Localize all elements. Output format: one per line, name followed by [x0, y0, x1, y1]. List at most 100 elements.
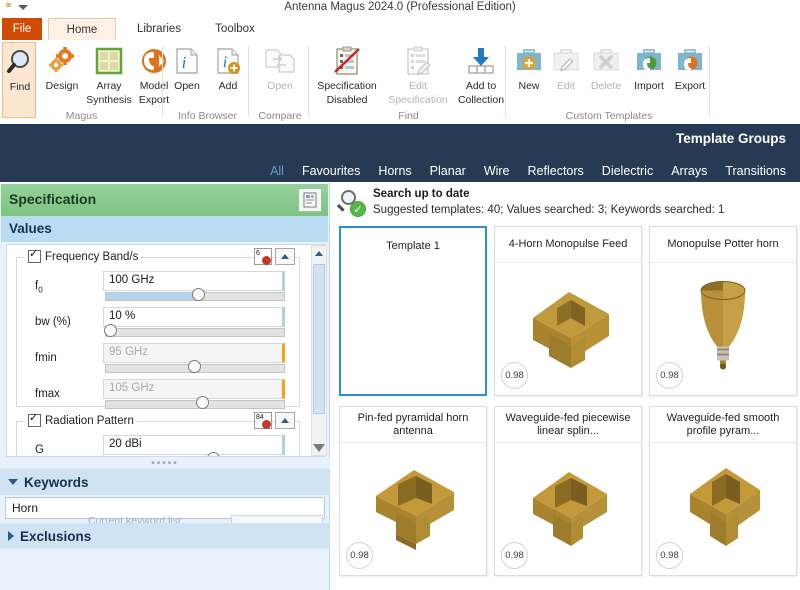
row-f0-input[interactable]: 100 GHz	[103, 271, 285, 291]
template-card-5-score: 0.98	[501, 542, 528, 569]
row-bw-input[interactable]: 10 %	[103, 307, 285, 327]
template-card-3-score: 0.98	[656, 362, 683, 389]
values-scrollbar-thumb[interactable]	[313, 264, 325, 414]
chevron-right-icon	[8, 531, 14, 541]
template-card-3-title: Monopulse Potter horn	[650, 227, 796, 263]
template-delete-label: Delete	[590, 80, 622, 92]
svg-text:i: i	[182, 53, 187, 72]
row-g-input[interactable]: 20 dBi	[103, 435, 285, 455]
values-scrollbar[interactable]	[311, 245, 327, 456]
template-card-1[interactable]: Template 1	[339, 226, 487, 396]
row-bw-track[interactable]	[105, 328, 285, 337]
nav-item-favourites[interactable]: Favourites	[302, 164, 360, 178]
template-card-4-score: 0.98	[346, 542, 373, 569]
values-title: Values	[9, 221, 52, 236]
ribbon-group-info-browser: i Open i Add Info Browser	[166, 40, 249, 124]
add-to-collection-button[interactable]: Add to Collection	[453, 44, 509, 106]
frequency-band-checkbox[interactable]	[28, 248, 41, 263]
array-synthesis-label-1: Array	[96, 80, 122, 92]
ribbon-group-label-custom-templates: Custom Templates	[565, 110, 653, 122]
specification-disabled-button[interactable]: Specification Disabled	[311, 44, 383, 106]
row-fmax-track[interactable]	[105, 400, 285, 409]
specification-disabled-label-2: Disabled	[326, 94, 368, 106]
template-card-2[interactable]: 4-Horn Monopulse Feed 0.98	[494, 226, 642, 396]
template-import-button[interactable]: Import	[628, 44, 670, 92]
template-card-5[interactable]: Waveguide-fed piecewise linear splin... …	[494, 406, 642, 576]
nav-item-planar[interactable]: Planar	[430, 164, 466, 178]
template-card-5-title: Waveguide-fed piecewise linear splin...	[495, 407, 641, 443]
row-f0: f0 100 GHz	[17, 271, 299, 307]
frequency-band-group: Frequency Band/s 6 f0 100 GHz	[16, 248, 300, 409]
row-f0-thumb[interactable]	[192, 288, 205, 301]
template-card-3[interactable]: Monopulse Potter horn 0.98	[649, 226, 797, 396]
title-bar: ⚭ Antenna Magus 2024.0 (Professional Edi…	[0, 0, 800, 18]
exclusions-title: Exclusions	[20, 528, 92, 544]
template-edit-label: Edit	[556, 80, 576, 92]
nav-item-all[interactable]: All	[270, 164, 284, 178]
search-status-subtitle: Suggested templates: 40; Values searched…	[373, 204, 725, 216]
specification-title: Specification	[9, 191, 97, 207]
count-84-icon[interactable]: 84	[254, 412, 272, 429]
template-new-button[interactable]: New	[510, 44, 548, 92]
ribbon: Find Design Array Synthesis Model Export…	[0, 40, 800, 126]
tab-home[interactable]: Home	[48, 18, 116, 40]
nav-item-dielectric[interactable]: Dielectric	[602, 164, 653, 178]
template-export-button[interactable]: Export	[670, 44, 710, 92]
row-fmax-label: fmax	[35, 388, 60, 400]
template-export-label: Export	[674, 80, 706, 92]
exclusions-section-header[interactable]: Exclusions	[0, 523, 330, 549]
row-fmin-field: 95 GHz	[103, 343, 289, 375]
template-card-6[interactable]: Waveguide-fed smooth profile pyram... 0.…	[649, 406, 797, 576]
briefcase-new-icon	[510, 44, 548, 78]
frequency-band-legend: Frequency Band/s	[25, 248, 142, 263]
row-fmax-input[interactable]: 105 GHz	[103, 379, 285, 399]
frequency-band-collapse-icon[interactable]	[275, 248, 295, 265]
array-synthesis-button[interactable]: Array Synthesis	[86, 44, 132, 106]
radiation-pattern-collapse-icon[interactable]	[275, 412, 295, 429]
row-fmax-thumb[interactable]	[196, 396, 209, 409]
row-bw-thumb[interactable]	[104, 324, 117, 337]
info-browser-open-button[interactable]: i Open	[166, 44, 208, 92]
template-new-label: New	[518, 80, 540, 92]
radiation-pattern-group: Radiation Pattern 84 G 20 dBi	[16, 412, 300, 457]
pyramidal-horn-thumbnail-1	[376, 470, 454, 550]
nav-item-transitions[interactable]: Transitions	[725, 164, 786, 178]
nav-item-arrays[interactable]: Arrays	[671, 164, 707, 178]
add-to-collection-label-2: Collection	[457, 94, 505, 106]
results-panel: ✓ Search up to date Suggested templates:…	[331, 183, 800, 590]
row-g-track[interactable]	[105, 456, 285, 457]
ribbon-group-label-find: Find	[398, 110, 419, 122]
scroll-up-icon[interactable]	[312, 246, 326, 261]
specification-settings-icon[interactable]	[298, 188, 322, 212]
ribbon-group-label-compare: Compare	[258, 110, 302, 122]
briefcase-delete-icon	[584, 44, 628, 78]
design-button[interactable]: Design	[38, 44, 86, 92]
scroll-down-icon[interactable]	[312, 440, 326, 455]
template-card-4[interactable]: Pin-fed pyramidal horn antenna 0.98	[339, 406, 487, 576]
template-card-2-title: 4-Horn Monopulse Feed	[495, 227, 641, 263]
row-fmax-field: 105 GHz	[103, 379, 289, 411]
row-bw-label: bw (%)	[35, 316, 71, 328]
tab-file[interactable]: File	[2, 18, 42, 40]
panel-splitter[interactable]: •••••	[0, 458, 330, 469]
nav-item-horns[interactable]: Horns	[378, 164, 411, 178]
info-doc-icon: i	[166, 44, 208, 78]
radiation-pattern-checkbox[interactable]	[28, 412, 41, 427]
briefcase-export-icon	[670, 44, 710, 78]
nav-item-wire[interactable]: Wire	[484, 164, 510, 178]
tab-libraries[interactable]: Libraries	[124, 18, 194, 40]
frequency-band-actions: 6	[254, 248, 295, 265]
info-browser-add-button[interactable]: i Add	[208, 44, 248, 92]
info-doc-add-icon: i	[208, 44, 248, 78]
frequency-band-count: 6	[256, 250, 260, 257]
briefcase-edit-icon	[548, 44, 584, 78]
nav-item-reflectors[interactable]: Reflectors	[528, 164, 584, 178]
row-f0-label: f0	[35, 280, 43, 295]
ribbon-group-find: Specification Disabled Edit Specificatio…	[311, 40, 506, 124]
keywords-section-header[interactable]: Keywords	[0, 469, 330, 495]
svg-text:i: i	[223, 54, 227, 71]
row-fmin-thumb[interactable]	[188, 360, 201, 373]
count-6-icon[interactable]: 6	[254, 248, 272, 265]
find-button[interactable]: Find	[2, 42, 36, 118]
tab-toolbox[interactable]: Toolbox	[200, 18, 270, 40]
